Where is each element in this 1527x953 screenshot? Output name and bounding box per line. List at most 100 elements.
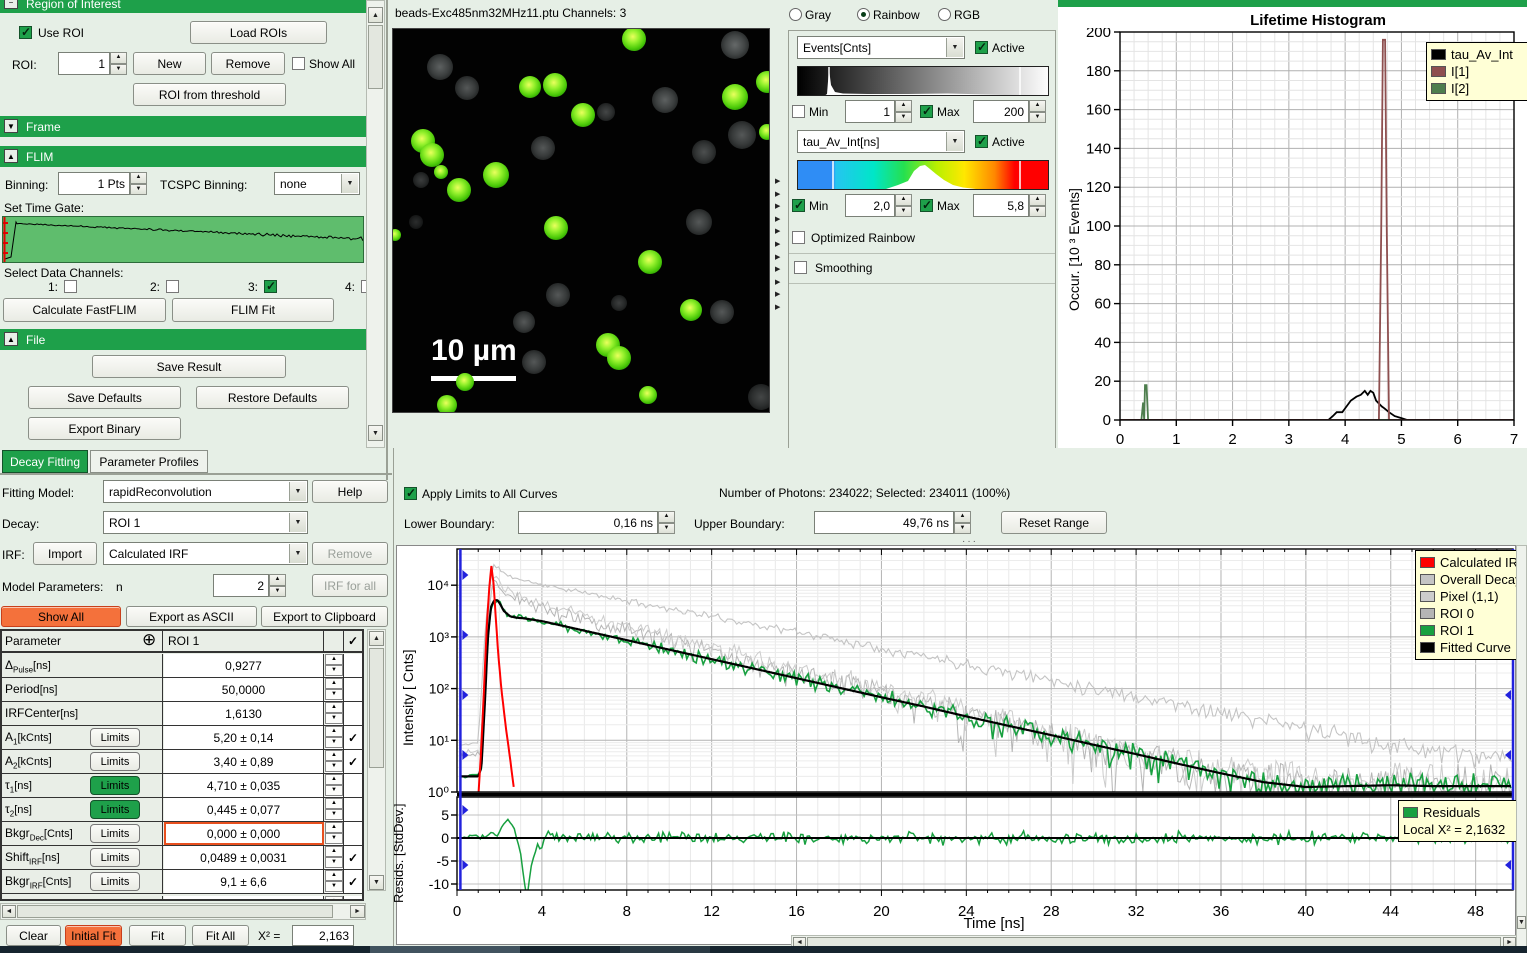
splitter-arrow-icon[interactable]: ▶ [775,290,780,298]
param-stepper[interactable]: ▲▼ [325,846,344,869]
splitter-arrow-icon[interactable]: ▶ [775,303,780,311]
n-field[interactable]: 2 [213,574,269,597]
lifetime-gradient[interactable] [797,160,1049,190]
roi-number-stepper[interactable]: ▲▼ [110,52,127,75]
irf-for-all-button[interactable]: IRF for all [312,574,388,597]
n-stepper[interactable]: ▲▼ [269,574,286,597]
binning-field[interactable]: 1 Pts [58,172,130,195]
color-mode-radio-rainbow[interactable] [857,8,870,21]
chevron-down-icon[interactable]: ▼ [289,544,306,563]
save-result-button[interactable]: Save Result [92,355,286,378]
save-defaults-button[interactable]: Save Defaults [28,386,181,409]
param-stepper[interactable]: ▲▼ [325,702,344,725]
color-mode-radio-gray[interactable] [789,8,802,21]
param-stepper[interactable]: ▲▼ [325,726,344,749]
table-vertical-scrollbar[interactable]: ▲ ▼ [367,629,386,891]
tcspc-binning-select[interactable]: none ▼ [274,172,360,195]
scroll-down-icon[interactable]: ▼ [369,875,384,890]
param-value[interactable]: 9,1 ± 6,6 [164,870,324,893]
lifetime-active-checkbox[interactable] [975,135,988,148]
lifetime-min-checkbox[interactable] [792,199,805,212]
restore-defaults-button[interactable]: Restore Defaults [196,386,349,409]
fit-all-button[interactable]: Fit All [192,925,249,946]
binning-stepper[interactable]: ▲▼ [130,172,147,195]
fit-button[interactable]: Fit [129,925,186,946]
lifetime-min-field[interactable]: 2,0 [845,194,895,217]
lower-boundary-stepper[interactable]: ▲▼ [658,511,675,534]
decay-fitting-tab[interactable]: Decay Fitting [2,450,88,473]
param-check-icon[interactable] [344,798,362,821]
scroll-up-icon[interactable]: ▲ [369,631,384,646]
reset-range-button[interactable]: Reset Range [1001,511,1107,534]
column-check-icon[interactable]: ✓ [344,631,362,651]
section-header-file[interactable]: ▲ File [0,329,366,350]
param-check-icon[interactable] [344,654,362,677]
param-check-icon[interactable]: ✓ [344,846,362,869]
chevron-down-icon[interactable]: ▼ [341,174,358,193]
param-value[interactable]: 0,000 ± 0,000 [164,822,324,845]
param-stepper[interactable]: ▲▼ [325,750,344,773]
use-roi-checkbox[interactable] [19,26,32,39]
intensity-min-stepper[interactable]: ▲▼ [895,100,912,123]
roi-from-threshold-button[interactable]: ROI from threshold [133,83,286,106]
section-header-flim[interactable]: ▲ FLIM [0,146,366,167]
intensity-channel-select[interactable]: Events[Cnts] ▼ [797,36,965,59]
param-value[interactable]: 0,0489 ± 0,0031 [164,846,324,869]
limits-button[interactable]: Limits [90,800,140,819]
splitter-arrow-icon[interactable]: ▶ [775,278,780,286]
channel-checkbox[interactable] [264,280,277,293]
decay-chart[interactable]: 0481216202428323640444810⁰10¹10²10³10⁴50… [396,545,1516,945]
irf-import-button[interactable]: Import [33,542,97,565]
channel-checkbox[interactable] [166,280,179,293]
collapse-icon[interactable]: ▲ [4,332,18,346]
splitter-arrow-icon[interactable]: ▶ [775,215,780,223]
left-panel-scrollbar[interactable]: ▲ ▼ [366,0,385,448]
param-check-icon[interactable] [344,678,362,701]
lifetime-max-checkbox[interactable] [920,199,933,212]
param-value[interactable]: 201,3 ± 0,1 [164,896,324,901]
splitter-arrow-icon[interactable]: ▶ [775,265,780,273]
param-stepper[interactable]: ▲▼ [325,774,344,797]
chevron-down-icon[interactable]: ▼ [946,132,963,151]
initial-fit-button[interactable]: Initial Fit [65,925,122,946]
calculate-fastflim-button[interactable]: Calculate FastFLIM [3,298,166,322]
intensity-active-checkbox[interactable] [975,41,988,54]
param-stepper[interactable]: ▲▼ [325,822,344,845]
chevron-down-icon[interactable]: ▼ [946,38,963,57]
show-all-curves-button[interactable]: Show All [1,606,121,627]
smoothing-checkbox[interactable] [794,261,807,274]
intensity-max-stepper[interactable]: ▲▼ [1029,100,1046,123]
collapse-icon[interactable]: ▲ [4,149,18,163]
scrollbar-thumb[interactable] [369,648,384,768]
param-value[interactable]: 0,9277 [164,654,324,677]
intensity-gradient[interactable] [797,66,1049,96]
roi-number-field[interactable]: 1 [58,52,110,75]
scrollbar-thumb[interactable] [368,25,383,89]
splitter-arrow-icon[interactable]: ▶ [775,202,780,210]
scroll-down-icon[interactable]: ▼ [368,425,383,441]
lower-boundary-field[interactable]: 0,16 ns [518,511,658,534]
section-header-frame[interactable]: ▼ Frame [0,116,366,137]
optimized-rainbow-checkbox[interactable] [792,231,805,244]
apply-limits-checkbox[interactable] [404,487,417,500]
lifetime-max-field[interactable]: 5,8 [973,194,1029,217]
scroll-left-icon[interactable]: ◄ [2,905,16,918]
export-binary-button[interactable]: Export Binary [28,417,181,440]
param-stepper[interactable]: ▲▼ [325,678,344,701]
param-value[interactable]: 5,20 ± 0,14 [164,726,324,749]
parameter-profiles-tab[interactable]: Parameter Profiles [90,450,208,473]
color-mode-radio-rgb[interactable] [938,8,951,21]
upper-boundary-field[interactable]: 49,76 ns [814,511,954,534]
intensity-min-field[interactable]: 1 [845,100,895,123]
intensity-max-field[interactable]: 200 [973,100,1029,123]
param-check-icon[interactable] [344,774,362,797]
splitter-arrow-icon[interactable]: ▶ [775,177,780,185]
scroll-down-icon[interactable]: ▼ [1517,916,1526,929]
limits-button[interactable]: Limits [90,872,140,891]
intensity-min-checkbox[interactable] [792,105,805,118]
show-all-checkbox[interactable] [292,57,305,70]
load-rois-button[interactable]: Load ROIs [190,21,327,44]
decay-vertical-scrollbar[interactable]: ▼ [1516,545,1527,948]
chevron-down-icon[interactable]: ▼ [289,482,306,501]
limits-button[interactable]: Limits [90,728,140,747]
